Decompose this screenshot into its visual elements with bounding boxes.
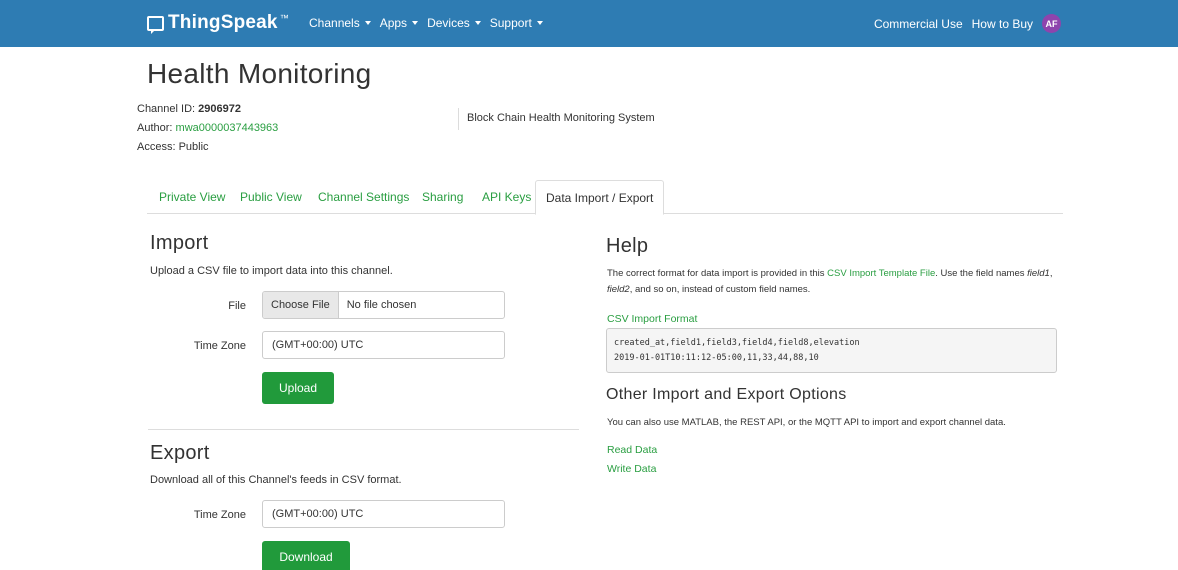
tab-private-view[interactable]: Private View — [159, 180, 225, 214]
channel-id-row: Channel ID: 2906972 — [137, 100, 278, 119]
csv-template-link[interactable]: CSV Import Template File — [827, 268, 935, 279]
menu-support[interactable]: Support — [490, 16, 543, 30]
import-subtitle: Upload a CSV file to import data into th… — [150, 265, 393, 277]
tab-api-keys[interactable]: API Keys — [482, 180, 531, 214]
help-heading: Help — [606, 235, 649, 257]
section-divider — [148, 429, 579, 430]
upload-button[interactable]: Upload — [262, 372, 334, 404]
csv-format-code: created_at,field1,field3,field4,field8,e… — [606, 328, 1057, 373]
caret-down-icon — [412, 21, 419, 25]
csv-import-format-label: CSV Import Format — [607, 313, 698, 325]
other-options-heading: Other Import and Export Options — [606, 386, 847, 403]
choose-file-button[interactable]: Choose File — [263, 292, 339, 318]
top-navbar: ThingSpeak ™ Channels Apps Devices Suppo… — [0, 0, 1178, 47]
user-avatar[interactable]: AF — [1042, 14, 1061, 33]
tab-sharing[interactable]: Sharing — [422, 180, 463, 214]
main-menu: Channels Apps Devices Support — [309, 16, 552, 30]
how-to-buy-link[interactable]: How to Buy — [972, 17, 1033, 31]
channel-id-value: 2906972 — [198, 103, 241, 115]
channel-description: Block Chain Health Monitoring System — [458, 108, 655, 130]
menu-support-label: Support — [489, 16, 532, 30]
import-timezone-label: Time Zone — [193, 340, 246, 352]
export-heading: Export — [150, 442, 210, 464]
author-label: Author: — [137, 122, 173, 134]
field1-name: field1 — [1027, 268, 1050, 279]
author-link[interactable]: mwa0000037443963 — [176, 122, 279, 134]
commercial-use-link[interactable]: Commercial Use — [874, 17, 963, 31]
channel-meta: Channel ID: 2906972 Author: mwa000003744… — [137, 100, 278, 157]
author-row: Author: mwa0000037443963 — [137, 119, 278, 138]
help-text-part1: The correct format for data import is pr… — [607, 268, 828, 279]
trademark-symbol: ™ — [279, 13, 289, 23]
help-text-part2: . Use the field names — [935, 268, 1028, 279]
nav-right-links: Commercial Use How to Buy AF — [865, 14, 1061, 33]
caret-down-icon — [474, 21, 481, 25]
help-text: The correct format for data import is pr… — [607, 266, 1057, 298]
export-timezone-label: Time Zone — [193, 509, 246, 521]
tab-data-import-export[interactable]: Data Import / Export — [535, 180, 665, 215]
menu-devices[interactable]: Devices — [427, 16, 481, 30]
field2-name: field2 — [607, 284, 630, 295]
write-data-link[interactable]: Write Data — [607, 463, 656, 475]
help-text-part3: , and so on, instead of custom field nam… — [629, 284, 811, 295]
menu-channels[interactable]: Channels — [309, 16, 371, 30]
brand-name: ThingSpeak — [168, 12, 278, 33]
menu-apps[interactable]: Apps — [379, 16, 419, 30]
brand-logo[interactable]: ThingSpeak ™ — [147, 12, 289, 34]
menu-apps-label: Apps — [379, 16, 408, 30]
access-row: Access: Public — [137, 141, 209, 153]
export-timezone-select[interactable]: (GMT+00:00) UTC — [262, 500, 505, 528]
file-status: No file chosen — [346, 299, 417, 311]
export-subtitle: Download all of this Channel's feeds in … — [150, 474, 402, 486]
chat-bubble-icon — [147, 15, 164, 34]
tab-channel-settings[interactable]: Channel Settings — [318, 180, 409, 214]
file-label: File — [228, 300, 246, 312]
import-heading: Import — [150, 232, 209, 254]
menu-channels-label: Channels — [309, 16, 360, 30]
read-data-link[interactable]: Read Data — [607, 444, 657, 456]
tab-public-view[interactable]: Public View — [240, 180, 302, 214]
import-timezone-select[interactable]: (GMT+00:00) UTC — [262, 331, 505, 359]
comma-separator: , — [1049, 268, 1053, 279]
page-title: Health Monitoring — [147, 58, 372, 89]
download-button[interactable]: Download — [262, 541, 350, 570]
code-line-2: 2019-01-01T10:11:12-05:00,11,33,44,88,10 — [614, 353, 819, 363]
caret-down-icon — [536, 21, 543, 25]
channel-id-label: Channel ID: — [137, 103, 196, 115]
channel-tabs: Private View Public View Channel Setting… — [147, 180, 1063, 215]
code-line-1: created_at,field1,field3,field4,field8,e… — [614, 338, 860, 348]
file-input[interactable]: Choose File No file chosen — [262, 291, 505, 319]
other-options-text: You can also use MATLAB, the REST API, o… — [607, 417, 1006, 428]
menu-devices-label: Devices — [427, 16, 470, 30]
caret-down-icon — [364, 21, 371, 25]
